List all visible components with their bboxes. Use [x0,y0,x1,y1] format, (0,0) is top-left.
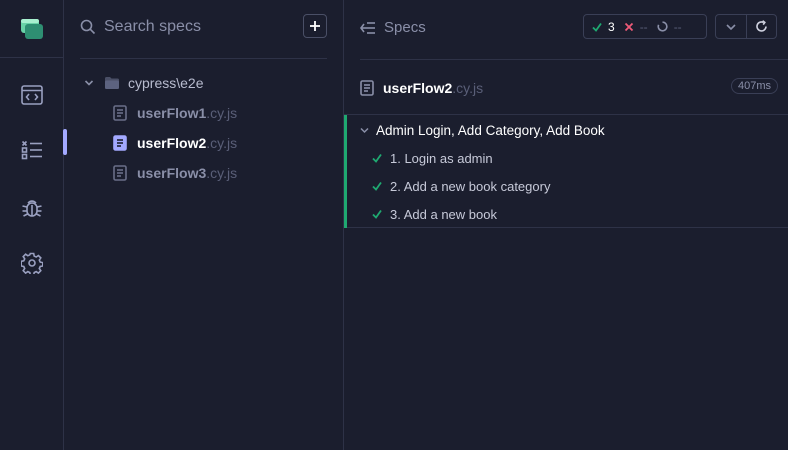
spec-search-bar [64,0,343,58]
spec-file-name: userFlow3 [137,165,207,181]
suite-header[interactable]: Admin Login, Add Category, Add Book [360,121,605,139]
app-logo[interactable] [0,0,63,58]
gear-icon [20,252,43,274]
check-icon [372,181,382,191]
code-window-icon [20,85,43,105]
chevron-down-icon [84,80,94,86]
chevron-down-icon [726,23,736,30]
search-input[interactable] [104,16,294,38]
check-icon [372,153,382,163]
document-icon [113,105,127,121]
document-icon [113,165,127,181]
rerun-button[interactable] [745,15,776,38]
spec-list-panel: cypress\e2e userFlow1.cy.js userFlow2.cy… [64,0,344,450]
check-icon [592,22,602,32]
divider [80,58,327,59]
sidebar-item-settings[interactable] [0,243,63,283]
failed-count: -- [639,19,648,34]
pending-spinner-icon [657,21,668,32]
failed-stat: -- [624,20,648,34]
search-icon [80,19,96,35]
spec-file-name: userFlow2 [137,135,207,151]
folder-row[interactable]: cypress\e2e [84,68,203,98]
spec-file-ext: .cy.js [206,135,238,151]
test-suite: Admin Login, Add Category, Add Book 1. L… [344,115,788,228]
x-icon [624,22,633,31]
sidebar-nav [0,0,67,450]
suite-status-bar [344,115,347,228]
document-icon [360,80,374,96]
chevron-down-icon [360,127,369,133]
spec-file-row[interactable]: userFlow1.cy.js [113,98,237,128]
spec-file-row[interactable]: userFlow3.cy.js [113,158,237,188]
pending-count: -- [673,19,682,34]
expand-options-button[interactable] [716,15,746,38]
refresh-icon [756,20,767,32]
spec-file-name: userFlow1 [137,105,207,121]
test-label: 1. Login as admin [390,150,493,166]
runner-title: Specs [384,19,426,36]
spec-file-ext: .cy.js [206,105,238,121]
sidebar-item-specs[interactable] [0,75,63,115]
new-spec-button[interactable] [303,14,327,38]
test-label: 2. Add a new book category [390,178,551,194]
spec-header: userFlow2 .cy.js 407ms [360,74,778,102]
document-icon [113,135,127,151]
collapse-sidebar-icon[interactable] [360,21,376,35]
test-stats: 3 -- -- [583,14,707,39]
cypress-logo-icon [20,18,43,39]
test-list-icon [21,140,42,160]
folder-label: cypress\e2e [128,75,204,91]
test-item[interactable]: 2. Add a new book category [372,177,550,195]
test-item[interactable]: 1. Login as admin [372,149,493,167]
bug-icon [21,200,42,217]
test-item[interactable]: 3. Add a new book [372,205,497,223]
divider [360,59,788,60]
check-icon [372,209,382,219]
pending-stat: -- [657,20,682,34]
plus-icon [310,21,320,31]
sidebar-item-debug[interactable] [0,188,63,228]
spec-file-row-active[interactable]: userFlow2.cy.js [113,128,237,158]
passed-stat: 3 [592,20,615,34]
test-label: 3. Add a new book [390,206,497,222]
duration-badge: 407ms [730,78,778,94]
runner-panel: Specs 3 -- -- userFlow2 .cy.js 407ms Adm… [344,0,788,450]
sidebar-item-runs[interactable] [0,130,63,170]
passed-count: 3 [608,19,615,34]
suite-title: Admin Login, Add Category, Add Book [376,122,605,138]
spec-name: userFlow2 [383,80,453,96]
spec-ext: .cy.js [452,80,484,96]
spec-file-ext: .cy.js [206,165,238,181]
runner-controls [715,14,777,39]
folder-icon [105,77,119,89]
runner-header: Specs 3 -- -- [344,0,788,58]
